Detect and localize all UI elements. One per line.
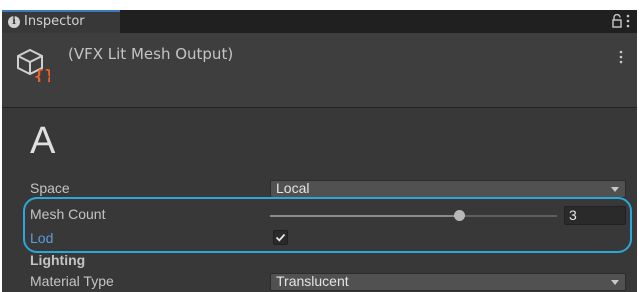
tab-inspector-label: Inspector <box>24 14 85 29</box>
object-title: (VFX Lit Mesh Output) <box>68 45 234 63</box>
lod-checkbox[interactable] <box>273 230 288 245</box>
lock-icon[interactable] <box>612 14 622 28</box>
mesh-count-slider-thumb[interactable] <box>454 210 466 221</box>
material-type-label: Material Type <box>30 273 114 289</box>
mesh-count-slider-fill <box>270 215 460 217</box>
tab-bar: i Inspector <box>2 10 637 33</box>
inspector-window: i Inspector {} (VFX Lit Mesh Output) A S… <box>2 10 637 292</box>
inspector-header: {} (VFX Lit Mesh Output) <box>2 33 637 108</box>
svg-text:{}: {} <box>34 67 50 82</box>
chevron-down-icon <box>611 187 619 192</box>
space-dropdown-value: Local <box>276 180 310 196</box>
mesh-count-slider[interactable] <box>270 210 557 221</box>
material-type-dropdown-value: Translucent <box>276 273 349 289</box>
highlight-outline <box>23 197 632 253</box>
space-label: Space <box>30 180 70 196</box>
info-icon: i <box>8 16 20 28</box>
space-dropdown[interactable]: Local <box>270 180 626 198</box>
mesh-count-field[interactable]: 3 <box>564 206 626 225</box>
chevron-down-icon <box>611 280 619 285</box>
checkmark-icon <box>275 233 286 242</box>
tab-inspector[interactable]: i Inspector <box>2 10 120 33</box>
kebab-menu-icon[interactable] <box>619 50 623 64</box>
lod-label: Lod <box>30 230 54 246</box>
kebab-menu-icon[interactable] <box>626 14 630 28</box>
section-heading: A <box>30 120 56 162</box>
mesh-count-label: Mesh Count <box>30 206 106 222</box>
material-type-dropdown[interactable]: Translucent <box>270 273 626 291</box>
lighting-heading: Lighting <box>30 252 86 268</box>
inspector-body: A Space Local Mesh Count 3 Lod Lighting … <box>2 108 637 292</box>
vfx-cube-icon: {} <box>17 48 50 82</box>
